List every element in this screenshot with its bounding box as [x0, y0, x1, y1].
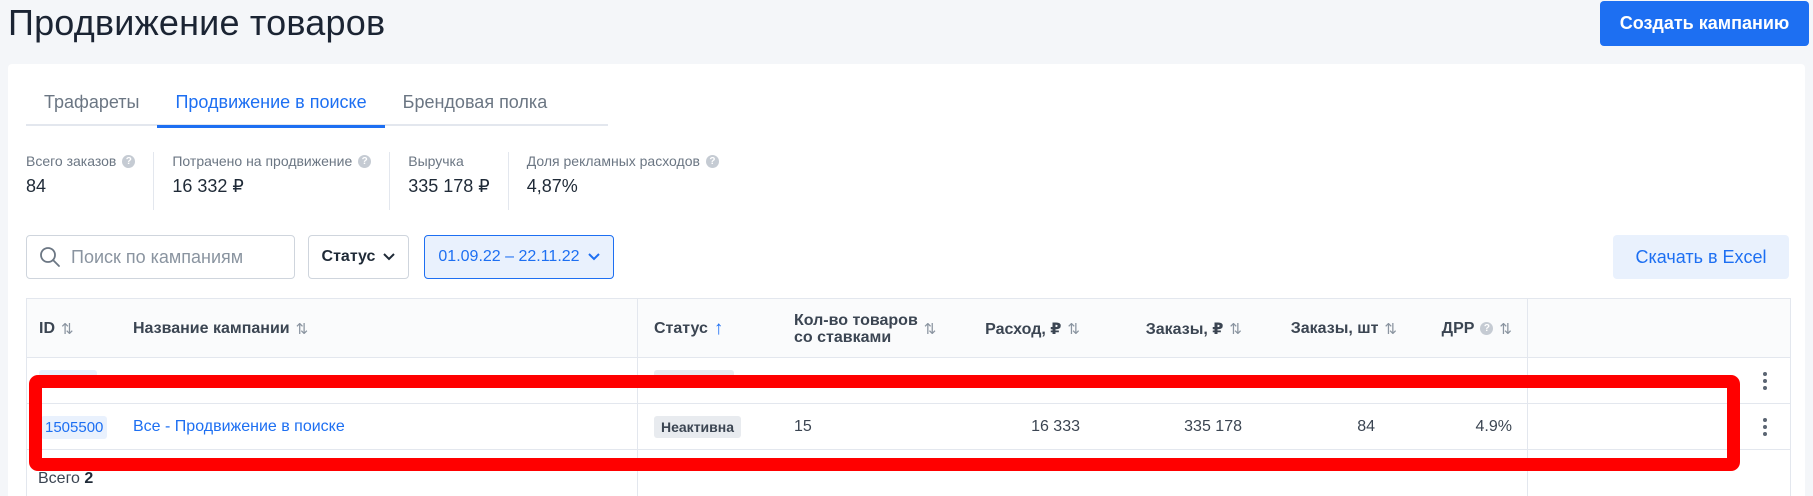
column-label: Расход, ₽	[985, 320, 1062, 338]
search-input[interactable]	[71, 246, 281, 268]
total-count: Всего 2	[38, 470, 93, 488]
stat-label: Всего заказов	[26, 153, 117, 169]
column-header-spend[interactable]: Расход, ₽ ⇅	[957, 299, 1080, 358]
status-filter-dropdown[interactable]: Статус	[308, 235, 409, 279]
column-label: Заказы, ₽	[1145, 320, 1224, 338]
table-row	[27, 358, 1790, 404]
stat-revenue: Выручка 335 178 ₽	[390, 152, 509, 210]
campaign-id[interactable]: 1505500	[41, 415, 108, 439]
campaign-name-cell[interactable]: Все - Продвижение в поиске	[133, 404, 345, 450]
more-options-icon[interactable]	[1755, 404, 1775, 450]
table-row: 1505500 Все - Продвижение в поиске Неакт…	[27, 404, 1790, 450]
campaign-name-link[interactable]: Все - Продвижение в поиске	[133, 418, 345, 436]
date-range-picker[interactable]: 01.09.22 – 22.11.22	[424, 235, 614, 279]
sort-icon: ⇅	[1229, 320, 1242, 338]
status-badge: Неактивна	[654, 416, 742, 438]
spend-cell: 16 333	[1031, 418, 1080, 435]
chevron-down-icon	[587, 253, 600, 261]
campaigns-table: ID ⇅ Название кампании ⇅ Статус ↑ Кол-во то…	[26, 298, 1791, 496]
stat-spent: Потрачено на продвижение? 16 332 ₽	[154, 152, 391, 210]
column-label: Кол-во товаров со ставками	[794, 312, 918, 346]
orders-rub-cell: 335 178	[1184, 418, 1242, 435]
page-title: Продвижение товаров	[8, 2, 386, 43]
total-label: Всего	[38, 470, 80, 487]
campaign-id-cell[interactable]: 1505500	[41, 404, 108, 450]
table-header: ID ⇅ Название кампании ⇅ Статус ↑ Кол-во то…	[27, 299, 1790, 358]
sort-icon: ⇅	[1384, 320, 1397, 338]
tabs: Трафареты Продвижение в поиске Брендовая…	[26, 86, 608, 128]
column-label: Название кампании	[133, 319, 290, 337]
column-header-orders-rub[interactable]: Заказы, ₽ ⇅	[1097, 299, 1242, 358]
tab-search-promotion[interactable]: Продвижение в поиске	[157, 86, 385, 128]
sort-ascending-icon: ↑	[713, 317, 724, 339]
sort-icon: ⇅	[1499, 320, 1512, 338]
orders-qty-cell: 84	[1357, 418, 1375, 435]
column-label-line: Кол-во товаров	[794, 311, 918, 329]
stat-label: Выручка	[408, 153, 464, 169]
status-filter-label: Статус	[321, 248, 376, 265]
sort-icon: ⇅	[295, 320, 309, 338]
status-badge	[654, 370, 734, 382]
help-icon[interactable]: ?	[705, 154, 719, 168]
stat-value: 4,87%	[526, 176, 578, 196]
search-box[interactable]	[26, 235, 295, 279]
stat-value: 335 178 ₽	[408, 176, 490, 196]
stat-label: Потрачено на продвижение	[172, 153, 353, 169]
stat-label: Доля рекламных расходов	[526, 153, 700, 169]
column-header-name[interactable]: Название кампании ⇅	[133, 299, 308, 358]
stat-ad-share: Доля рекламных расходов? 4,87%	[509, 152, 737, 210]
stat-value: 16 332 ₽	[172, 176, 244, 196]
tab-stencils[interactable]: Трафареты	[26, 86, 157, 126]
column-header-id[interactable]: ID ⇅	[39, 299, 74, 358]
stat-total-orders: Всего заказов? 84	[26, 152, 155, 210]
help-icon[interactable]: ?	[1480, 322, 1494, 335]
drr-cell: 4.9%	[1475, 418, 1512, 435]
tab-brand-shelf[interactable]: Брендовая полка	[385, 86, 566, 126]
date-range-label: 01.09.22 – 22.11.22	[438, 248, 580, 265]
search-icon	[40, 247, 60, 267]
help-icon[interactable]: ?	[358, 154, 372, 168]
total-value: 2	[84, 470, 94, 487]
stat-value: 84	[26, 176, 47, 196]
column-header-orders-qty[interactable]: Заказы, шт ⇅	[1257, 299, 1397, 358]
column-label: ДРР	[1441, 319, 1475, 337]
chevron-down-icon	[383, 253, 396, 261]
help-icon[interactable]: ?	[122, 154, 136, 168]
column-label-line: со ставками	[794, 328, 892, 346]
sort-icon: ⇅	[923, 320, 937, 338]
main-card: Трафареты Продвижение в поиске Брендовая…	[8, 64, 1805, 496]
create-campaign-button[interactable]: Создать кампанию	[1600, 1, 1809, 46]
download-excel-button[interactable]: Скачать в Excel	[1613, 235, 1789, 279]
sort-icon: ⇅	[1067, 320, 1080, 338]
column-label: Заказы, шт	[1290, 319, 1379, 337]
column-label: ID	[39, 319, 55, 337]
more-options-icon[interactable]	[1755, 358, 1775, 404]
column-header-drr[interactable]: ДРР? ⇅	[1417, 299, 1512, 358]
sort-icon: ⇅	[61, 320, 74, 338]
stats-bar: Всего заказов? 84 Потрачено на продвижен…	[26, 152, 737, 210]
column-label: Статус	[654, 319, 708, 337]
column-header-items[interactable]: Кол-во товаров со ставками ⇅	[794, 299, 936, 358]
id-badge	[39, 370, 97, 382]
campaign-status-cell: Неактивна	[654, 404, 742, 450]
items-count-cell: 15	[794, 418, 812, 435]
column-header-status[interactable]: Статус ↑	[654, 299, 723, 358]
